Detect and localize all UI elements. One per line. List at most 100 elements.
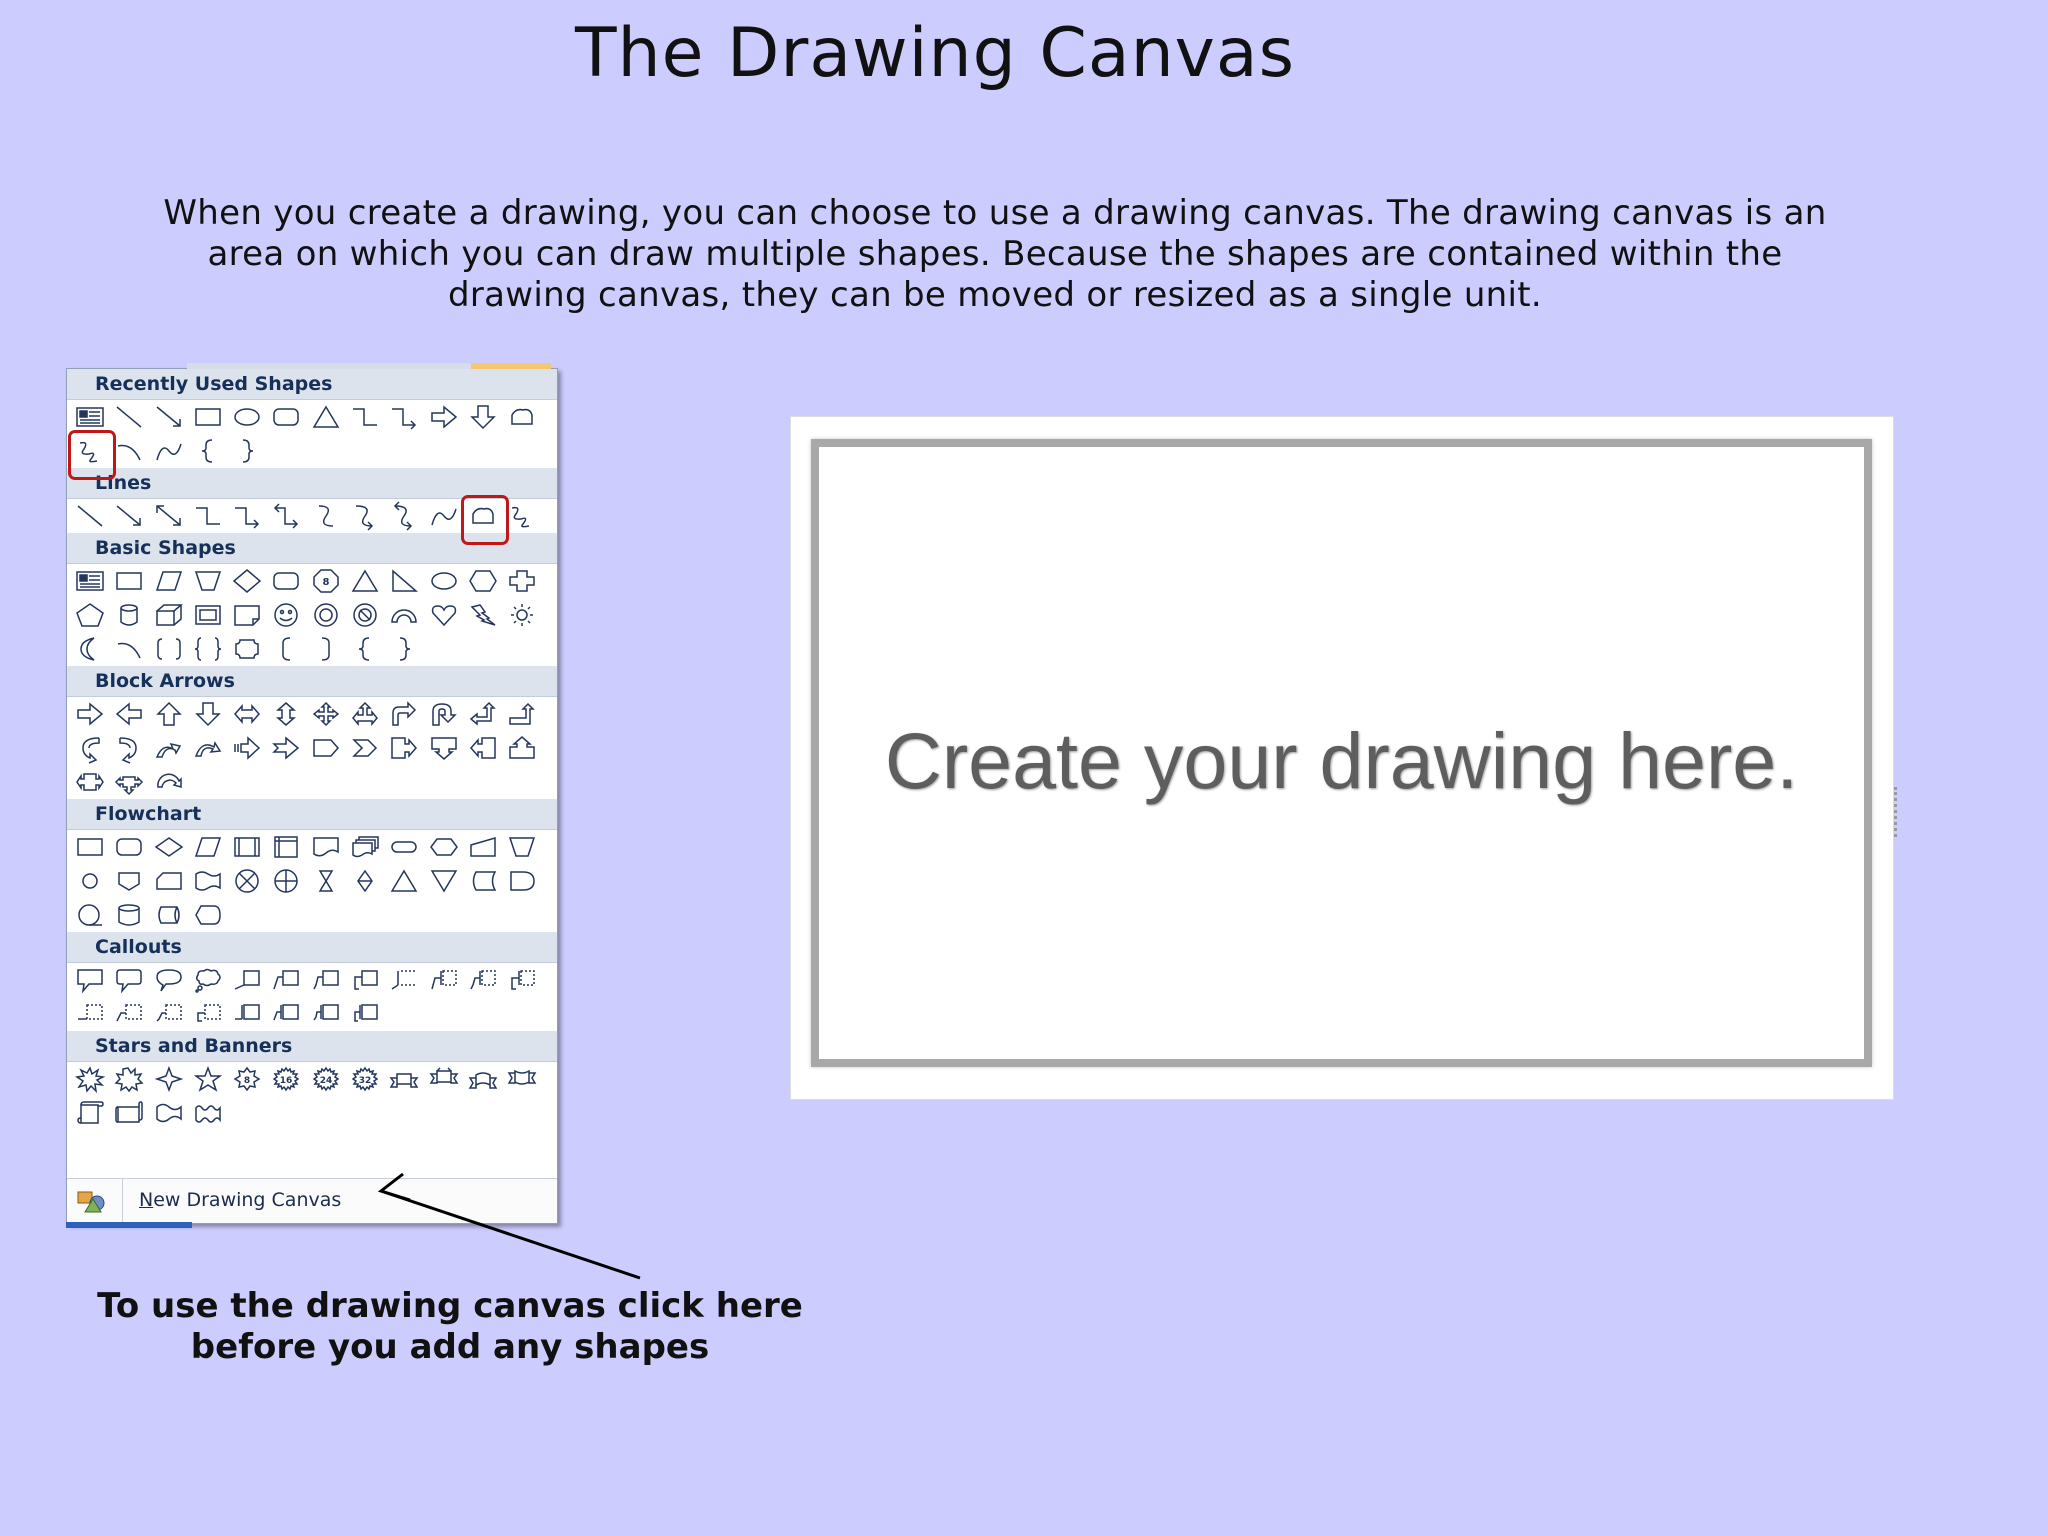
left-brace-icon[interactable] xyxy=(191,436,225,466)
16-point-star-icon[interactable]: 16 xyxy=(269,1064,303,1094)
summing-junction-icon[interactable] xyxy=(230,866,264,896)
striped-right-arrow-icon[interactable] xyxy=(230,733,264,763)
down-arrow-icon[interactable] xyxy=(191,699,225,729)
left-bracket-icon[interactable] xyxy=(269,634,303,664)
arc-icon[interactable] xyxy=(112,436,146,466)
rectangular-callout-icon[interactable] xyxy=(73,965,107,995)
rectangle-icon[interactable] xyxy=(112,566,146,596)
preparation-icon[interactable] xyxy=(427,832,461,862)
rounded-rectangular-callout-icon[interactable] xyxy=(112,965,146,995)
up-arrow-icon[interactable] xyxy=(152,699,186,729)
freeform-icon[interactable] xyxy=(505,402,539,432)
quad-arrow-callout-icon[interactable] xyxy=(112,767,146,797)
magnetic-disk-icon[interactable] xyxy=(112,900,146,930)
display-icon[interactable] xyxy=(191,900,225,930)
rounded-rectangle-icon[interactable] xyxy=(269,402,303,432)
left-right-arrow-callout-icon[interactable] xyxy=(73,767,107,797)
double-wave-icon[interactable] xyxy=(191,1098,225,1128)
double-arrow-line-icon[interactable] xyxy=(152,501,186,531)
internal-storage-icon[interactable] xyxy=(269,832,303,862)
scribble-icon[interactable] xyxy=(505,501,539,531)
card-icon[interactable] xyxy=(152,866,186,896)
curved-up-arrow-icon[interactable] xyxy=(152,733,186,763)
right-triangle-icon[interactable] xyxy=(387,566,421,596)
oval-callout-icon[interactable] xyxy=(152,965,186,995)
right-brace-icon[interactable] xyxy=(387,634,421,664)
line-callout-4-icon[interactable] xyxy=(348,965,382,995)
24-point-star-icon[interactable]: 24 xyxy=(309,1064,343,1094)
cross-icon[interactable] xyxy=(505,566,539,596)
trapezoid-icon[interactable] xyxy=(191,566,225,596)
arc-icon[interactable] xyxy=(112,634,146,664)
explosion-2-icon[interactable] xyxy=(112,1064,146,1094)
line-callout-4-no-border-icon[interactable] xyxy=(191,999,225,1029)
elbow-connector-icon[interactable] xyxy=(191,501,225,531)
moon-icon[interactable] xyxy=(73,634,107,664)
bent-arrow-icon[interactable] xyxy=(387,699,421,729)
curved-double-arrow-connector-icon[interactable] xyxy=(387,501,421,531)
lightning-bolt-icon[interactable] xyxy=(466,600,500,630)
32-point-star-icon[interactable]: 32 xyxy=(348,1064,382,1094)
line-callout-3-accent-icon[interactable] xyxy=(466,965,500,995)
curve-icon[interactable] xyxy=(427,501,461,531)
process-icon[interactable] xyxy=(73,832,107,862)
right-arrow-icon[interactable] xyxy=(427,402,461,432)
pentagon-icon[interactable] xyxy=(73,600,107,630)
document-icon[interactable] xyxy=(309,832,343,862)
elbow-arrow-connector-icon[interactable] xyxy=(387,402,421,432)
curved-down-arrow-icon[interactable] xyxy=(191,733,225,763)
up-ribbon-icon[interactable] xyxy=(387,1064,421,1094)
connector-icon[interactable] xyxy=(73,866,107,896)
right-brace-icon[interactable] xyxy=(230,436,264,466)
chevron-icon[interactable] xyxy=(348,733,382,763)
data-icon[interactable] xyxy=(191,832,225,862)
punched-tape-icon[interactable] xyxy=(191,866,225,896)
line-callout-2-border-accent-icon[interactable] xyxy=(269,999,303,1029)
multidocument-icon[interactable] xyxy=(348,832,382,862)
down-ribbon-icon[interactable] xyxy=(427,1064,461,1094)
line-callout-3-no-border-icon[interactable] xyxy=(152,999,186,1029)
decision-icon[interactable] xyxy=(152,832,186,862)
up-down-arrow-icon[interactable] xyxy=(269,699,303,729)
curve-icon[interactable] xyxy=(152,436,186,466)
left-right-up-arrow-icon[interactable] xyxy=(348,699,382,729)
sort-icon[interactable] xyxy=(348,866,382,896)
or-icon[interactable] xyxy=(269,866,303,896)
cube-icon[interactable] xyxy=(152,600,186,630)
line-callout-2-no-border-icon[interactable] xyxy=(112,999,146,1029)
cloud-callout-icon[interactable] xyxy=(191,965,225,995)
rounded-rectangle-icon[interactable] xyxy=(269,566,303,596)
curved-arrow-connector-icon[interactable] xyxy=(348,501,382,531)
donut-icon[interactable] xyxy=(309,600,343,630)
bent-up-arrow-icon[interactable] xyxy=(505,699,539,729)
8-point-star-icon[interactable]: 8 xyxy=(230,1064,264,1094)
line-callout-2-icon[interactable] xyxy=(269,965,303,995)
double-brace-icon[interactable] xyxy=(191,634,225,664)
quad-arrow-icon[interactable] xyxy=(309,699,343,729)
plaque-icon[interactable] xyxy=(230,634,264,664)
curved-up-ribbon-icon[interactable] xyxy=(466,1064,500,1094)
curved-down-ribbon-icon[interactable] xyxy=(505,1064,539,1094)
triangle-icon[interactable] xyxy=(348,566,382,596)
left-up-arrow-icon[interactable] xyxy=(466,699,500,729)
direct-access-storage-icon[interactable] xyxy=(152,900,186,930)
rectangle-icon[interactable] xyxy=(191,402,225,432)
oval-icon[interactable] xyxy=(427,566,461,596)
triangle-icon[interactable] xyxy=(309,402,343,432)
curved-connector-icon[interactable] xyxy=(309,501,343,531)
left-right-arrow-icon[interactable] xyxy=(230,699,264,729)
arrow-line-icon[interactable] xyxy=(152,402,186,432)
off-page-connector-icon[interactable] xyxy=(112,866,146,896)
manual-input-icon[interactable] xyxy=(466,832,500,862)
elbow-connector-icon[interactable] xyxy=(348,402,382,432)
wave-icon[interactable] xyxy=(152,1098,186,1128)
vertical-scroll-icon[interactable] xyxy=(73,1098,107,1128)
folded-corner-icon[interactable] xyxy=(230,600,264,630)
line-callout-1-icon[interactable] xyxy=(230,965,264,995)
predefined-process-icon[interactable] xyxy=(230,832,264,862)
notched-right-arrow-icon[interactable] xyxy=(269,733,303,763)
pentagon-arrow-icon[interactable] xyxy=(309,733,343,763)
alternate-process-icon[interactable] xyxy=(112,832,146,862)
sequential-access-storage-icon[interactable] xyxy=(73,900,107,930)
horizontal-scroll-icon[interactable] xyxy=(112,1098,146,1128)
